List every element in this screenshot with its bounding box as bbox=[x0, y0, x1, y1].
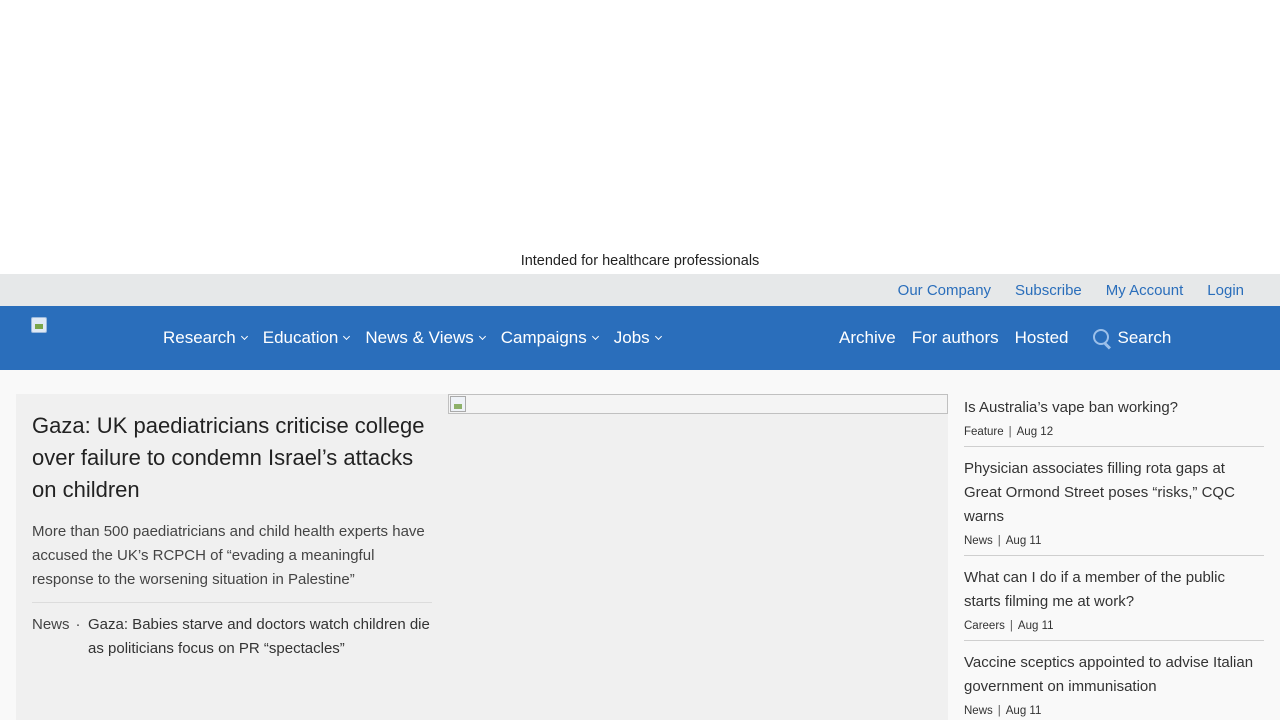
list-item-date: Aug 12 bbox=[1016, 426, 1054, 438]
list-item-title[interactable]: Vaccine sceptics appointed to advise Ita… bbox=[964, 651, 1264, 699]
list-item-title[interactable]: Is Australia’s vape ban working? bbox=[964, 396, 1264, 420]
list-item-date: Aug 11 bbox=[1017, 620, 1054, 632]
lead-divider bbox=[32, 602, 432, 603]
search-icon bbox=[1092, 328, 1112, 348]
nav-news-views-label: News & Views bbox=[365, 328, 474, 347]
lead-story-text: Gaza: UK paediatricians criticise colleg… bbox=[32, 410, 432, 661]
main-content: Gaza: UK paediatricians criticise colleg… bbox=[0, 370, 1280, 720]
lead-headline[interactable]: Gaza: UK paediatricians criticise colleg… bbox=[32, 410, 432, 506]
list-item[interactable]: Vaccine sceptics appointed to advise Ita… bbox=[964, 649, 1264, 720]
list-item-meta: News | Aug 11 bbox=[964, 535, 1264, 547]
nav-jobs[interactable]: Jobs bbox=[613, 328, 662, 348]
list-item-type: News bbox=[964, 535, 993, 547]
nav-research-label: Research bbox=[163, 328, 236, 347]
related-article-link[interactable]: Gaza: Babies starve and doctors watch ch… bbox=[88, 613, 432, 661]
nav-secondary: Archive For authors Hosted Search bbox=[839, 306, 1171, 370]
utility-bar: Our Company Subscribe My Account Login bbox=[0, 274, 1280, 306]
search-label: Search bbox=[1117, 328, 1172, 347]
list-item-type: Feature bbox=[964, 426, 1004, 438]
nav-archive[interactable]: Archive bbox=[839, 328, 896, 348]
my-account-link[interactable]: My Account bbox=[1106, 282, 1184, 299]
chevron-down-icon bbox=[478, 332, 486, 341]
list-item-meta: Feature | Aug 12 bbox=[964, 426, 1264, 438]
meta-separator: | bbox=[1009, 620, 1013, 632]
latest-news-sidebar: Is Australia’s vape ban working? Feature… bbox=[964, 394, 1264, 720]
list-item-meta: News | Aug 11 bbox=[964, 705, 1264, 717]
lead-standfirst: More than 500 paediatricians and child h… bbox=[32, 523, 425, 588]
subscribe-link[interactable]: Subscribe bbox=[1015, 282, 1082, 299]
related-separator: · bbox=[75, 616, 81, 633]
ad-space bbox=[0, 0, 1280, 250]
list-item-date: Aug 11 bbox=[1005, 535, 1042, 547]
nav-research[interactable]: Research bbox=[163, 328, 248, 348]
list-item[interactable]: Is Australia’s vape ban working? Feature… bbox=[964, 394, 1264, 447]
search-button[interactable]: Search bbox=[1092, 328, 1172, 348]
nav-campaigns-label: Campaigns bbox=[500, 328, 587, 347]
list-item-type: News bbox=[964, 705, 993, 717]
nav-education[interactable]: Education bbox=[262, 328, 351, 348]
lead-image[interactable] bbox=[448, 394, 948, 414]
list-item-meta: Careers | Aug 11 bbox=[964, 620, 1264, 632]
our-company-link[interactable]: Our Company bbox=[898, 282, 991, 299]
nav-news-views[interactable]: News & Views bbox=[365, 328, 486, 348]
related-type: News bbox=[32, 616, 70, 633]
related-article: News · Gaza: Babies starve and doctors w… bbox=[32, 613, 432, 661]
broken-image-icon bbox=[450, 396, 466, 412]
meta-separator: | bbox=[997, 535, 1001, 547]
meta-separator: | bbox=[997, 705, 1001, 717]
chevron-down-icon bbox=[240, 332, 248, 341]
main-nav: Research Education News & Views Campaign… bbox=[0, 306, 1280, 370]
nav-jobs-label: Jobs bbox=[613, 328, 650, 347]
lead-story: Gaza: UK paediatricians criticise colleg… bbox=[16, 394, 948, 720]
chevron-down-icon bbox=[343, 332, 351, 341]
chevron-down-icon bbox=[591, 332, 599, 341]
list-item-date: Aug 11 bbox=[1005, 705, 1042, 717]
nav-for-authors[interactable]: For authors bbox=[912, 328, 999, 348]
list-item-type: Careers bbox=[964, 620, 1005, 632]
site-logo[interactable] bbox=[31, 317, 47, 333]
chevron-down-icon bbox=[654, 332, 662, 341]
login-link[interactable]: Login bbox=[1207, 282, 1244, 299]
list-item[interactable]: What can I do if a member of the public … bbox=[964, 564, 1264, 641]
utility-links: Our Company Subscribe My Account Login bbox=[898, 274, 1244, 306]
list-item-title[interactable]: Physician associates filling rota gaps a… bbox=[964, 457, 1264, 529]
list-item-title[interactable]: What can I do if a member of the public … bbox=[964, 566, 1264, 614]
meta-separator: | bbox=[1008, 426, 1012, 438]
intended-for-banner: Intended for healthcare professionals bbox=[520, 253, 760, 269]
nav-campaigns[interactable]: Campaigns bbox=[500, 328, 599, 348]
nav-menu: Research Education News & Views Campaign… bbox=[163, 306, 662, 370]
nav-education-label: Education bbox=[262, 328, 339, 347]
list-item[interactable]: Physician associates filling rota gaps a… bbox=[964, 455, 1264, 556]
nav-hosted[interactable]: Hosted bbox=[1015, 328, 1069, 348]
